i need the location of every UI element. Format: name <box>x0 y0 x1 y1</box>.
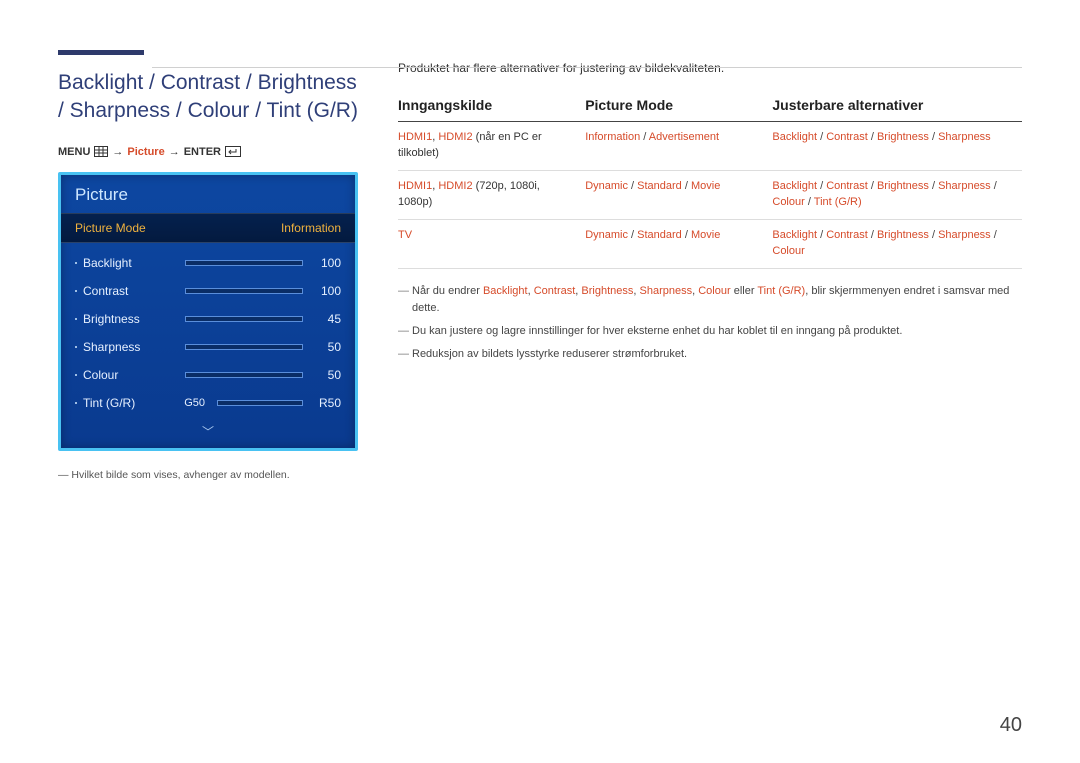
slider-track[interactable] <box>185 288 303 294</box>
breadcrumb-enter: ENTER <box>184 146 221 158</box>
intro-text: Produktet har flere alternativer for jus… <box>398 61 1022 75</box>
cell-source: HDMI1, HDMI2 (når en PC er tilkoblet) <box>398 122 585 171</box>
header-rule <box>152 67 1022 68</box>
osd-slider-row[interactable]: Backlight 100 <box>75 249 341 277</box>
breadcrumb-picture: Picture <box>127 146 164 158</box>
breadcrumb-menu: MENU <box>58 146 90 158</box>
page-title: Backlight / Contrast / Brightness / Shar… <box>58 69 358 126</box>
osd-slider-row[interactable]: Sharpness 50 <box>75 333 341 361</box>
osd-slider-row[interactable]: Contrast 100 <box>75 277 341 305</box>
slider-track[interactable] <box>185 260 303 266</box>
osd-row-value: 100 <box>311 256 341 270</box>
notes: Når du endrer Backlight, Contrast, Brigh… <box>398 283 1022 363</box>
osd-row-label: Tint (G/R) <box>83 396 177 410</box>
osd-mode-value: Information <box>281 221 341 235</box>
note-line: Når du endrer Backlight, Contrast, Brigh… <box>412 283 1022 317</box>
slider-track[interactable] <box>217 400 303 406</box>
bullet-icon <box>75 290 77 292</box>
bullet-icon <box>75 262 77 264</box>
cell-source: HDMI1, HDMI2 (720p, 1080i, 1080p) <box>398 170 585 219</box>
osd-picture-mode-row[interactable]: Picture Mode Information <box>61 213 355 243</box>
osd-slider-row[interactable]: Brightness 45 <box>75 305 341 333</box>
cell-source: TV <box>398 219 585 268</box>
cell-mode: Dynamic / Standard / Movie <box>585 170 772 219</box>
note-line: Reduksjon av bildets lysstyrke reduserer… <box>412 346 1022 363</box>
osd-slider-row[interactable]: Colour 50 <box>75 361 341 389</box>
image-footnote: Hvilket bilde som vises, avhenger av mod… <box>58 469 358 481</box>
cell-options: Backlight / Contrast / Brightness / Shar… <box>772 170 1022 219</box>
enter-icon <box>225 146 241 157</box>
th-picture-mode: Picture Mode <box>585 93 772 122</box>
osd-tint-g: G50 <box>177 397 205 409</box>
osd-row-value: 100 <box>311 284 341 298</box>
breadcrumb-arrow: → <box>112 146 123 158</box>
breadcrumb-arrow: → <box>169 146 180 158</box>
osd-row-value: 45 <box>311 312 341 326</box>
page-number: 40 <box>1000 714 1022 737</box>
cell-mode: Information / Advertisement <box>585 122 772 171</box>
osd-row-label: Contrast <box>83 284 177 298</box>
cell-mode: Dynamic / Standard / Movie <box>585 219 772 268</box>
osd-title: Picture <box>61 175 355 213</box>
osd-row-value: 50 <box>311 340 341 354</box>
cell-options: Backlight / Contrast / Brightness / Shar… <box>772 219 1022 268</box>
osd-row-label: Brightness <box>83 312 177 326</box>
menu-grid-icon <box>94 146 108 157</box>
slider-track[interactable] <box>185 372 303 378</box>
osd-row-value: 50 <box>311 368 341 382</box>
breadcrumb: MENU → Picture → ENTER <box>58 146 358 158</box>
osd-row-label: Sharpness <box>83 340 177 354</box>
osd-row-label: Backlight <box>83 256 177 270</box>
bullet-icon <box>75 402 77 404</box>
table-row: HDMI1, HDMI2 (720p, 1080i, 1080p)Dynamic… <box>398 170 1022 219</box>
table-row: HDMI1, HDMI2 (når en PC er tilkoblet)Inf… <box>398 122 1022 171</box>
bullet-icon <box>75 374 77 376</box>
th-source: Inngangskilde <box>398 93 585 122</box>
osd-mode-label: Picture Mode <box>75 221 146 235</box>
table-row: TVDynamic / Standard / MovieBacklight / … <box>398 219 1022 268</box>
cell-options: Backlight / Contrast / Brightness / Shar… <box>772 122 1022 171</box>
bullet-icon <box>75 346 77 348</box>
chevron-down-icon[interactable]: ﹀ <box>61 421 355 448</box>
slider-track[interactable] <box>185 316 303 322</box>
slider-track[interactable] <box>185 344 303 350</box>
th-adjustable: Justerbare alternativer <box>772 93 1022 122</box>
options-table: Inngangskilde Picture Mode Justerbare al… <box>398 93 1022 269</box>
osd-tint-r: R50 <box>311 396 341 410</box>
osd-row-label: Colour <box>83 368 177 382</box>
osd-panel: Picture Picture Mode Information Backlig… <box>58 172 358 451</box>
note-line: Du kan justere og lagre innstillinger fo… <box>412 323 1022 340</box>
osd-tint-row[interactable]: Tint (G/R)G50 R50 <box>75 389 341 417</box>
bullet-icon <box>75 318 77 320</box>
